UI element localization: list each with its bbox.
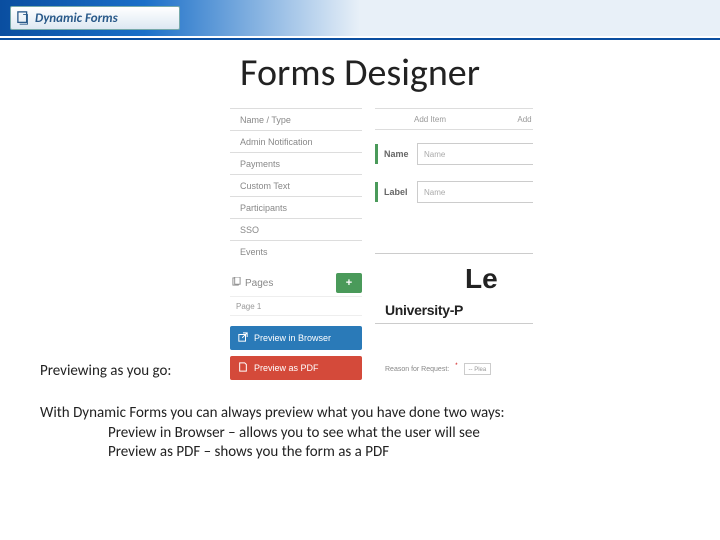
- pdf-icon: [238, 362, 248, 374]
- reason-row: Reason for Request: * -- Plea: [385, 363, 491, 375]
- sidebar-item-payments[interactable]: Payments: [230, 152, 362, 174]
- brand-text: Dynamic Forms: [35, 11, 118, 26]
- reason-select[interactable]: -- Plea: [464, 363, 492, 375]
- tab-row: Add Item Add Item Ter: [375, 108, 533, 130]
- form-preview-subheading: University-P: [385, 302, 463, 318]
- divider: [375, 253, 533, 254]
- page-tab-1[interactable]: Page 1: [230, 296, 362, 316]
- field-name-input[interactable]: Name: [417, 143, 533, 165]
- preview-pdf-button[interactable]: Preview as PDF: [230, 356, 362, 380]
- external-link-icon: [238, 332, 248, 344]
- field-name-label: Name: [375, 144, 409, 164]
- app-screenshot: Name / Type Admin Notification Payments …: [225, 108, 533, 388]
- brand-logo: Dynamic Forms: [10, 6, 180, 30]
- header-rule: [0, 38, 720, 40]
- page-title: Forms Designer: [0, 50, 720, 96]
- tab-add-item[interactable]: Add Item: [375, 109, 485, 129]
- reason-label: Reason for Request:: [385, 366, 449, 373]
- sidebar-item-custom-text[interactable]: Custom Text: [230, 174, 362, 196]
- sidebar-item-sso[interactable]: SSO: [230, 218, 362, 240]
- body-line-2: Preview in Browser – allows you to see w…: [40, 424, 660, 444]
- pages-icon: [232, 277, 241, 289]
- sidebar: Name / Type Admin Notification Payments …: [230, 108, 362, 380]
- field-label-input[interactable]: Name: [417, 181, 533, 203]
- divider-2: [375, 323, 533, 324]
- sidebar-item-events[interactable]: Events: [230, 240, 362, 262]
- sidebar-item-admin-notification[interactable]: Admin Notification: [230, 130, 362, 152]
- sidebar-item-name-type[interactable]: Name / Type: [230, 108, 362, 130]
- preview-browser-button[interactable]: Preview in Browser: [230, 326, 362, 350]
- editor-panel: Add Item Add Item Ter Name Name Label Na…: [375, 108, 533, 206]
- form-preview-heading: Le: [465, 263, 498, 295]
- required-asterisk: *: [455, 363, 457, 369]
- body-line-1: With Dynamic Forms you can always previe…: [40, 404, 504, 422]
- body-text: With Dynamic Forms you can always previe…: [40, 404, 660, 463]
- body-line-3: Preview as PDF – shows you the form as a…: [40, 443, 660, 463]
- tab-add-item-template[interactable]: Add Item Ter: [485, 109, 533, 129]
- pages-heading: Pages: [230, 277, 273, 289]
- field-label-label: Label: [375, 182, 409, 202]
- pages-heading-row: Pages +: [230, 272, 362, 294]
- caption: Previewing as you go:: [40, 362, 171, 380]
- sidebar-item-participants[interactable]: Participants: [230, 196, 362, 218]
- add-page-button[interactable]: +: [336, 273, 362, 293]
- form-icon: [17, 11, 31, 25]
- field-label-row: Label Name: [375, 178, 533, 206]
- field-name-row: Name Name: [375, 140, 533, 168]
